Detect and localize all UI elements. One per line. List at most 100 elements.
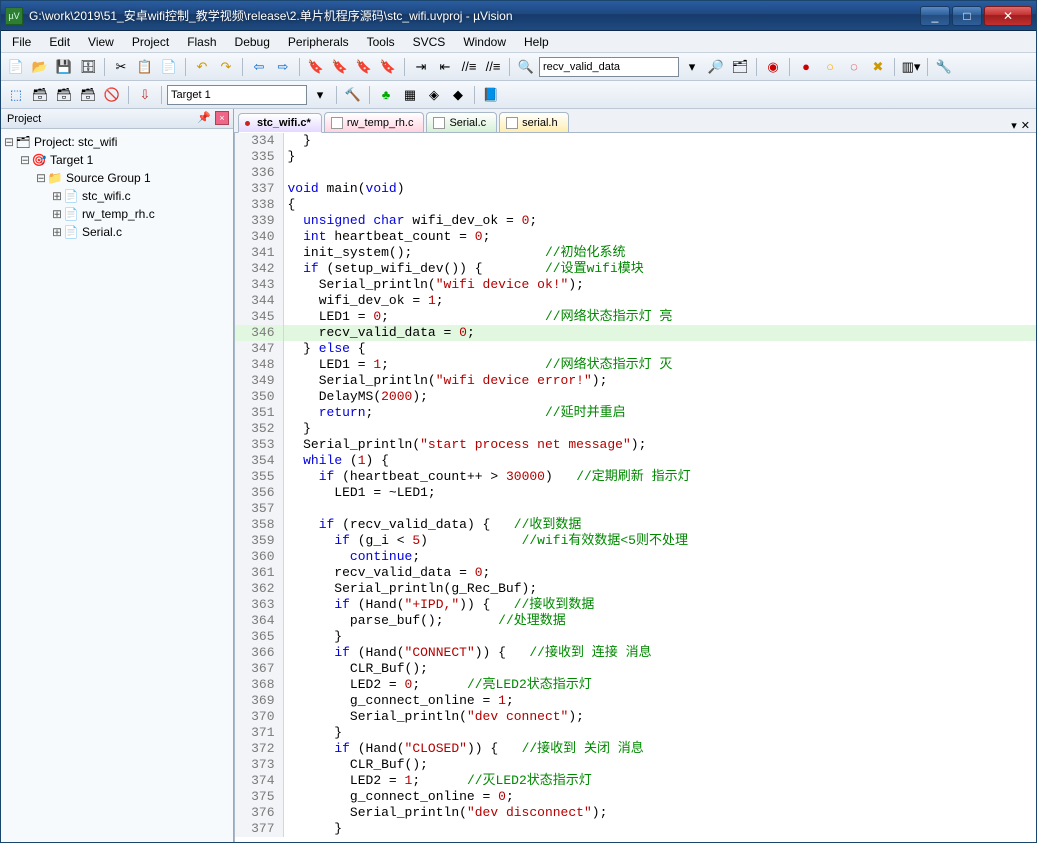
tree-root[interactable]: ⊟🗂 Project: stc_wifi xyxy=(3,133,231,151)
window-layout-button[interactable]: ▥▾ xyxy=(900,56,922,78)
code-line[interactable]: } else { xyxy=(283,341,1036,357)
comment-button[interactable]: //≡ xyxy=(458,56,480,78)
target-dropdown[interactable]: ▾ xyxy=(309,84,331,106)
code-line[interactable]: } xyxy=(283,421,1036,437)
debug-start-button[interactable]: ◉ xyxy=(762,56,784,78)
code-line[interactable]: LED2 = 1; //灭LED2状态指示灯 xyxy=(283,773,1036,789)
breakpoint-enable-button[interactable]: ○ xyxy=(819,56,841,78)
code-line[interactable]: if (g_i < 5) //wifi有效数据<5则不处理 xyxy=(283,533,1036,549)
code-line[interactable]: if (recv_valid_data) { //收到数据 xyxy=(283,517,1036,533)
rebuild-button[interactable]: 🗃 xyxy=(53,84,75,106)
code-line[interactable]: init_system(); //初始化系统 xyxy=(283,245,1036,261)
maximize-button[interactable]: □ xyxy=(952,6,982,26)
code-line[interactable]: LED1 = 1; //网络状态指示灯 灭 xyxy=(283,357,1036,373)
code-line[interactable]: g_connect_online = 1; xyxy=(283,693,1036,709)
editor-tab[interactable]: serial.h xyxy=(499,112,568,132)
editor-tab[interactable]: rw_temp_rh.c xyxy=(324,112,425,132)
code-line[interactable]: CLR_Buf(); xyxy=(283,661,1036,677)
menu-debug[interactable]: Debug xyxy=(226,32,279,52)
menu-tools[interactable]: Tools xyxy=(358,32,404,52)
bookmark-prev-button[interactable]: 🔖 xyxy=(329,56,351,78)
save-all-button[interactable]: 🗄 xyxy=(77,56,99,78)
tab-menu-button[interactable]: ▾ xyxy=(1011,119,1017,132)
translate-button[interactable]: ⬚ xyxy=(5,84,27,106)
code-line[interactable]: void main(void) xyxy=(283,181,1036,197)
code-line[interactable]: CLR_Buf(); xyxy=(283,757,1036,773)
code-line[interactable] xyxy=(283,165,1036,181)
breakpoint-insert-button[interactable]: ● xyxy=(795,56,817,78)
code-line[interactable]: while (1) { xyxy=(283,453,1036,469)
redo-button[interactable]: ↷ xyxy=(215,56,237,78)
code-line[interactable]: if (Hand("+IPD,")) { //接收到数据 xyxy=(283,597,1036,613)
tab-close-button[interactable]: ✕ xyxy=(1021,119,1030,132)
code-line[interactable]: } xyxy=(283,149,1036,165)
save-button[interactable]: 💾 xyxy=(53,56,75,78)
build-button[interactable]: 🗃 xyxy=(29,84,51,106)
menu-flash[interactable]: Flash xyxy=(178,32,225,52)
code-editor[interactable]: 334 }335}336337void main(void)338{339 un… xyxy=(234,133,1036,842)
code-line[interactable]: if (setup_wifi_dev()) { //设置wifi模块 xyxy=(283,261,1036,277)
nav-fwd-button[interactable]: ⇨ xyxy=(272,56,294,78)
minimize-button[interactable]: _ xyxy=(920,6,950,26)
code-line[interactable]: recv_valid_data = 0; xyxy=(283,565,1036,581)
menu-peripherals[interactable]: Peripherals xyxy=(279,32,358,52)
outdent-button[interactable]: ⇤ xyxy=(434,56,456,78)
copy-button[interactable]: 📋 xyxy=(134,56,156,78)
code-line[interactable]: wifi_dev_ok = 1; xyxy=(283,293,1036,309)
code-line[interactable]: Serial_println("start process net messag… xyxy=(283,437,1036,453)
tree-file[interactable]: ⊞📄Serial.c xyxy=(3,223,231,241)
find-button[interactable]: 🔍 xyxy=(515,56,537,78)
undo-button[interactable]: ↶ xyxy=(191,56,213,78)
open-file-button[interactable]: 📂 xyxy=(29,56,51,78)
books-button[interactable]: 📘 xyxy=(480,84,502,106)
uncomment-button[interactable]: //≡ xyxy=(482,56,504,78)
code-line[interactable]: } xyxy=(283,629,1036,645)
code-line[interactable]: return; //延时并重启 xyxy=(283,405,1036,421)
menu-svcs[interactable]: SVCS xyxy=(404,32,455,52)
code-line[interactable]: Serial_println("dev connect"); xyxy=(283,709,1036,725)
titlebar[interactable]: µV G:\work\2019\51_安卓wifi控制_教学视频\release… xyxy=(1,1,1036,31)
tree-file[interactable]: ⊞📄rw_temp_rh.c xyxy=(3,205,231,223)
target-options-button[interactable]: 🔨 xyxy=(342,84,364,106)
new-file-button[interactable]: 📄 xyxy=(5,56,27,78)
editor-tab[interactable]: stc_wifi.c* xyxy=(238,113,322,133)
menu-file[interactable]: File xyxy=(3,32,40,52)
tree-group[interactable]: ⊟📁 Source Group 1 xyxy=(3,169,231,187)
download-button[interactable]: ⇩ xyxy=(134,84,156,106)
target-combo[interactable] xyxy=(167,85,307,105)
project-tree[interactable]: ⊟🗂 Project: stc_wifi ⊟🎯 Target 1 ⊟📁 Sour… xyxy=(1,129,233,842)
code-line[interactable]: g_connect_online = 0; xyxy=(283,789,1036,805)
tree-target[interactable]: ⊟🎯 Target 1 xyxy=(3,151,231,169)
manage-items-button[interactable]: ♣ xyxy=(375,84,397,106)
menu-window[interactable]: Window xyxy=(454,32,515,52)
pin-icon[interactable]: 📌 xyxy=(197,111,211,124)
bookmark-clear-button[interactable]: 🔖 xyxy=(377,56,399,78)
code-line[interactable]: int heartbeat_count = 0; xyxy=(283,229,1036,245)
code-line[interactable]: Serial_println("dev disconnect"); xyxy=(283,805,1036,821)
code-line[interactable]: } xyxy=(283,821,1036,837)
configure-button[interactable]: 🔧 xyxy=(933,56,955,78)
code-line[interactable]: LED1 = ~LED1; xyxy=(283,485,1036,501)
code-line[interactable]: unsigned char wifi_dev_ok = 0; xyxy=(283,213,1036,229)
find-combo[interactable] xyxy=(539,57,679,77)
stop-build-button[interactable]: 🚫 xyxy=(101,84,123,106)
code-line[interactable]: { xyxy=(283,197,1036,213)
code-line[interactable]: } xyxy=(283,725,1036,741)
code-line[interactable]: if (heartbeat_count++ > 30000) //定期刷新 指示… xyxy=(283,469,1036,485)
incremental-find-button[interactable]: 🔎 xyxy=(705,56,727,78)
code-line[interactable]: if (Hand("CLOSED")) { //接收到 关闭 消息 xyxy=(283,741,1036,757)
code-line[interactable]: recv_valid_data = 0; xyxy=(283,325,1036,341)
pack-installer-button[interactable]: ◆ xyxy=(447,84,469,106)
bookmark-next-button[interactable]: 🔖 xyxy=(353,56,375,78)
cut-button[interactable]: ✂ xyxy=(110,56,132,78)
breakpoint-kill-button[interactable]: ✖ xyxy=(867,56,889,78)
code-line[interactable]: } xyxy=(283,133,1036,149)
code-line[interactable]: DelayMS(2000); xyxy=(283,389,1036,405)
menu-view[interactable]: View xyxy=(79,32,123,52)
menu-project[interactable]: Project xyxy=(123,32,178,52)
paste-button[interactable]: 📄 xyxy=(158,56,180,78)
code-line[interactable]: LED1 = 0; //网络状态指示灯 亮 xyxy=(283,309,1036,325)
bookmark-toggle-button[interactable]: 🔖 xyxy=(305,56,327,78)
pane-close-icon[interactable]: × xyxy=(215,111,229,125)
code-line[interactable]: Serial_println(g_Rec_Buf); xyxy=(283,581,1036,597)
